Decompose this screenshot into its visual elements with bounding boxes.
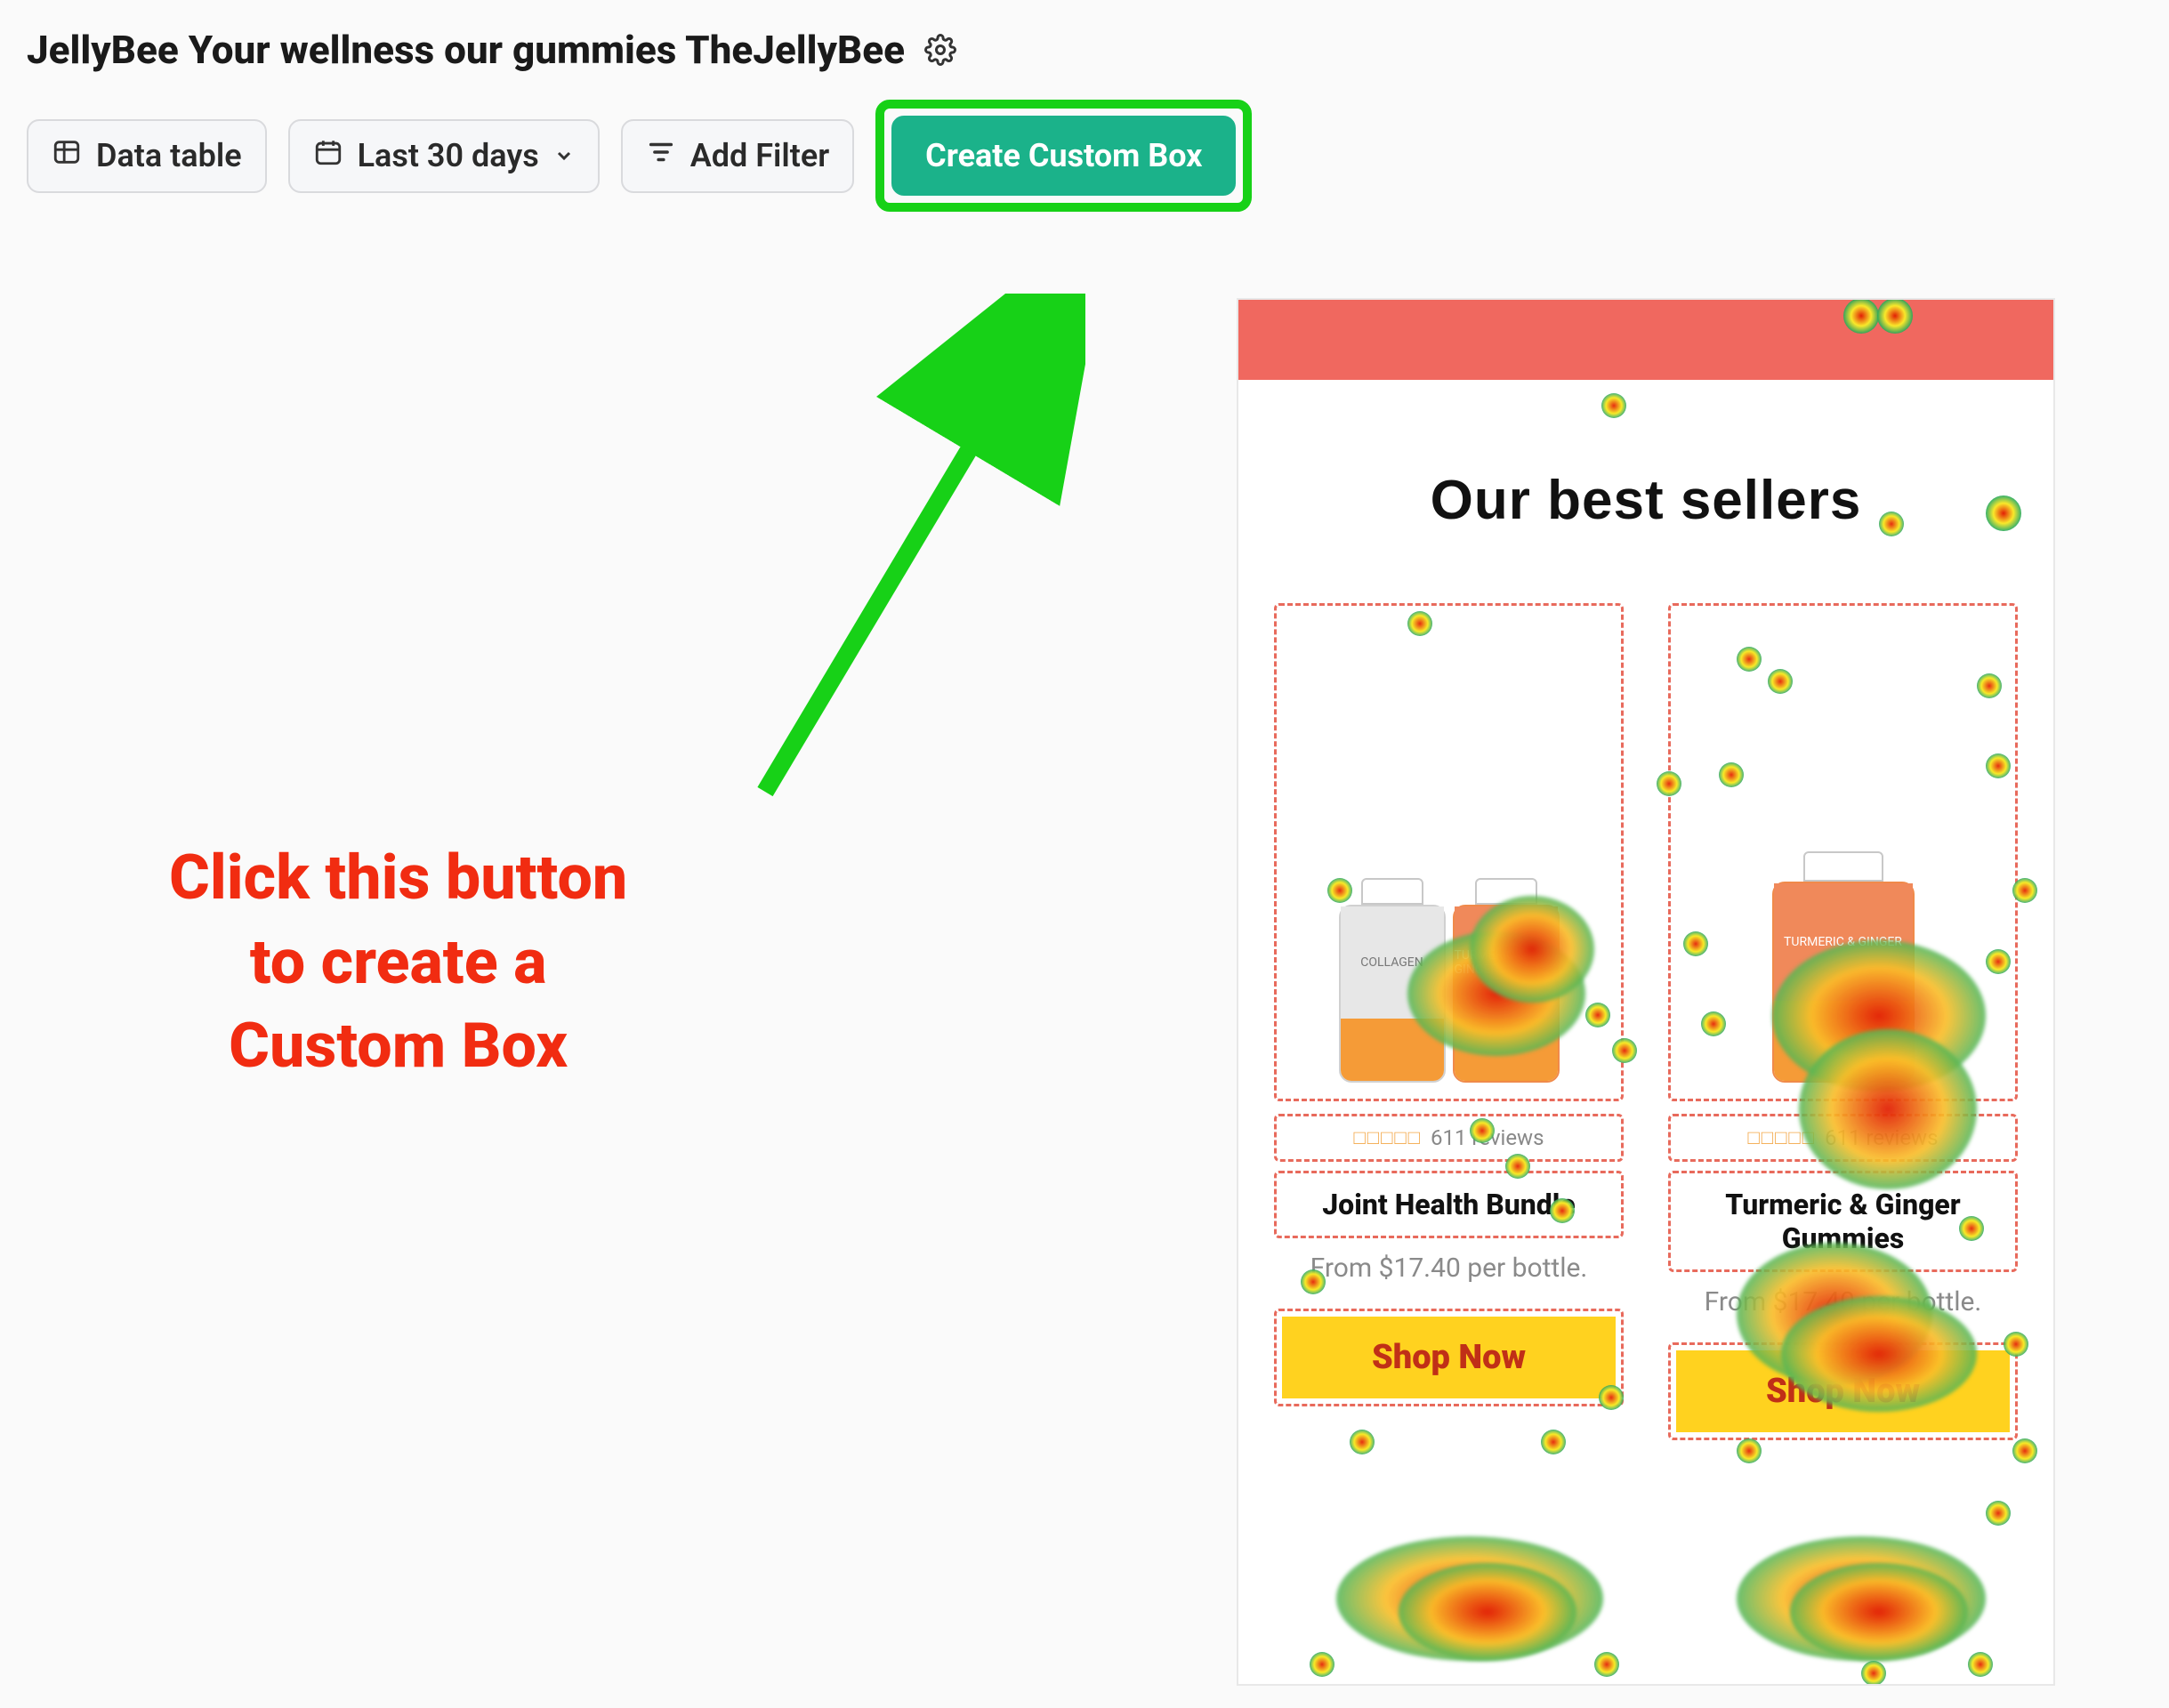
star-rating-icon: □□□□□ — [1354, 1126, 1422, 1149]
shop-now-button[interactable]: Shop Now — [1676, 1350, 2010, 1432]
highlight-box: Create Custom Box — [875, 100, 1252, 212]
create-custom-box-label: Create Custom Box — [925, 137, 1202, 174]
annotation-line-3: Custom Box — [169, 1004, 627, 1089]
shop-now-box: Shop Now — [1274, 1309, 1624, 1406]
bottle: TURMERIC & GINGER — [1453, 878, 1560, 1083]
reviews-count: 611 reviews — [1431, 1125, 1544, 1150]
annotation-text: Click this button to create a Custom Box — [169, 836, 627, 1089]
bottle: COLLAGEN — [1339, 878, 1446, 1083]
create-custom-box-button[interactable]: Create Custom Box — [891, 116, 1236, 196]
heatmap-preview: Our best sellers COLLAGEN — [1237, 298, 2055, 1686]
toolbar: Data table Last 30 days Add Filter — [0, 91, 2169, 238]
shop-now-box: Shop Now — [1668, 1342, 2018, 1440]
bottle: TURMERIC & GINGER — [1772, 851, 1915, 1083]
product-name[interactable]: Turmeric & Ginger Gummies — [1668, 1171, 2018, 1272]
calendar-icon — [313, 137, 343, 175]
product-image: COLLAGEN TURMERIC & GINGER — [1339, 878, 1560, 1083]
product-card: COLLAGEN TURMERIC & GINGER — [1274, 603, 1624, 1440]
page-header: JellyBee Your wellness our gummies TheJe… — [0, 0, 2169, 91]
shop-now-button[interactable]: Shop Now — [1282, 1317, 1616, 1398]
product-price: From $17.40 per bottle. — [1668, 1285, 2018, 1321]
section-title: Our best sellers — [1274, 469, 2018, 532]
date-range-label: Last 30 days — [358, 137, 539, 174]
add-filter-button[interactable]: Add Filter — [621, 119, 854, 193]
filter-icon — [646, 137, 676, 175]
data-table-label: Data table — [96, 137, 242, 174]
reviews-row[interactable]: □□□□□ 611 reviews — [1274, 1114, 1624, 1162]
star-rating-icon: □□□□□ — [1748, 1126, 1816, 1149]
bottle-label: TURMERIC & GINGER — [1774, 883, 1913, 1001]
annotation-arrow — [730, 294, 1085, 827]
reviews-row[interactable]: □□□□□ 611 reviews — [1668, 1114, 2018, 1162]
product-grid: COLLAGEN TURMERIC & GINGER — [1274, 603, 2018, 1440]
gear-icon[interactable] — [923, 32, 958, 68]
table-icon — [52, 137, 82, 175]
product-card: TURMERIC & GINGER □□□□□ 611 reviews Turm… — [1668, 603, 2018, 1440]
product-price: From $17.40 per bottle. — [1274, 1251, 1624, 1287]
annotation-line-1: Click this button — [169, 836, 627, 921]
product-image-box[interactable]: COLLAGEN TURMERIC & GINGER — [1274, 603, 1624, 1101]
bottle-label: COLLAGEN — [1341, 906, 1444, 1019]
preview-banner — [1238, 300, 2053, 380]
product-name[interactable]: Joint Health Bundle — [1274, 1171, 1624, 1238]
data-table-button[interactable]: Data table — [27, 119, 267, 193]
product-image: TURMERIC & GINGER — [1772, 851, 1915, 1083]
annotation-line-2: to create a — [169, 921, 627, 1005]
date-range-button[interactable]: Last 30 days — [288, 119, 600, 193]
reviews-count: 611 reviews — [1825, 1125, 1939, 1150]
chevron-down-icon — [553, 137, 575, 174]
bottle-label: TURMERIC & GINGER — [1455, 906, 1558, 1019]
preview-content: Our best sellers COLLAGEN — [1238, 380, 2053, 1684]
product-image-box[interactable]: TURMERIC & GINGER — [1668, 603, 2018, 1101]
page-title: JellyBee Your wellness our gummies TheJe… — [27, 27, 905, 73]
add-filter-label: Add Filter — [690, 137, 829, 174]
